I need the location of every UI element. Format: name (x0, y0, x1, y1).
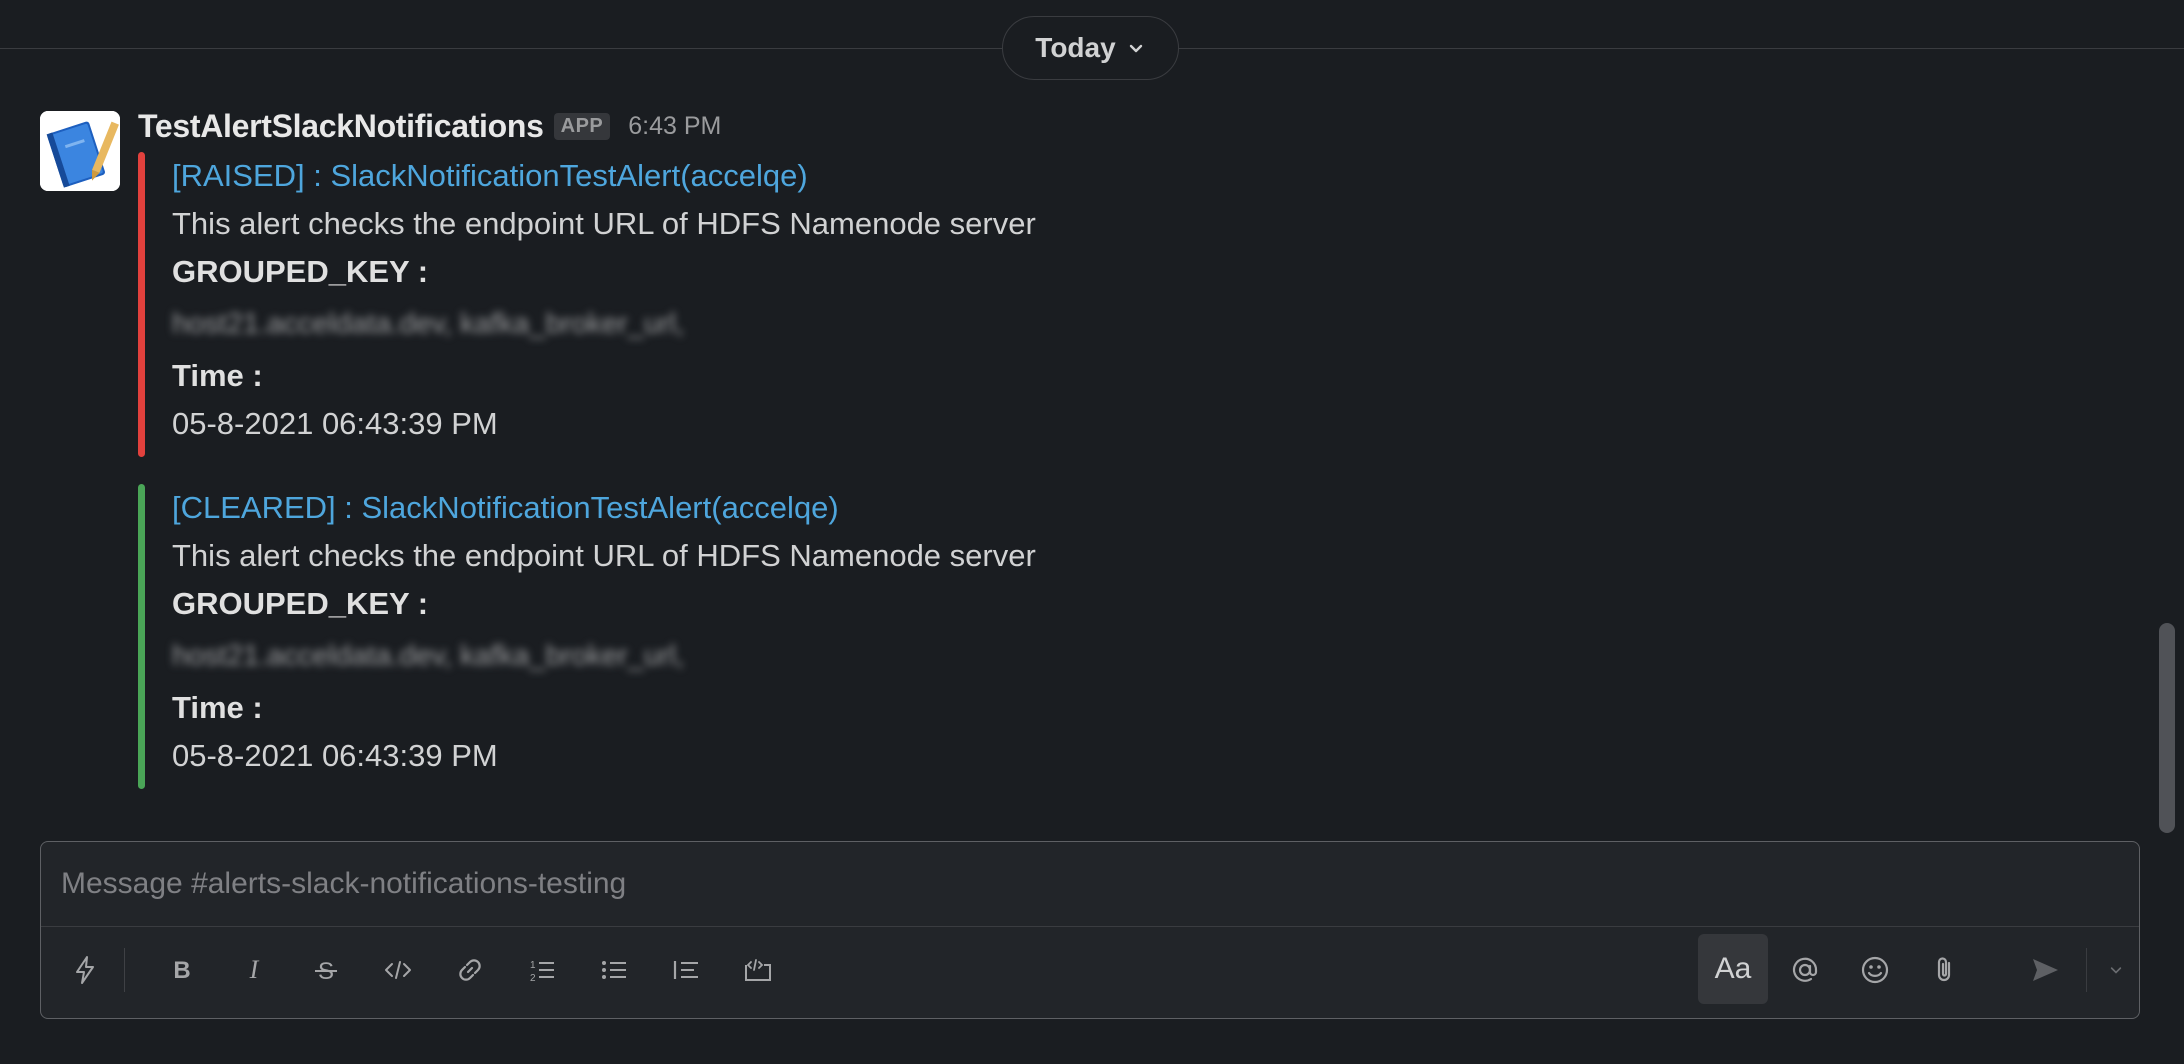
time-value: 05-8-2021 06:43:39 PM (172, 738, 498, 773)
message-composer: B I S 12 Aa (40, 841, 2140, 1019)
grouped-key-value: host21.acceldata.dev, kafka_broker_url, (172, 640, 685, 672)
app-badge: APP (553, 112, 611, 140)
alert-description: This alert checks the endpoint URL of HD… (172, 206, 1036, 241)
code-block-icon[interactable] (728, 934, 788, 1006)
alert-description: This alert checks the endpoint URL of HD… (172, 538, 1036, 573)
mention-icon[interactable] (1775, 934, 1835, 1006)
composer-toolbar: B I S 12 Aa (41, 934, 2139, 1006)
italic-icon[interactable]: I (224, 934, 284, 1006)
send-separator (2086, 948, 2087, 992)
alert-attachment-raised: [RAISED] : SlackNotificationTestAlert(ac… (138, 152, 1238, 457)
formatting-toggle-button[interactable]: Aa (1698, 934, 1768, 1004)
avatar[interactable] (40, 111, 120, 191)
alert-title-link[interactable]: [CLEARED] : SlackNotificationTestAlert(a… (172, 484, 1238, 532)
grouped-key-label: GROUPED_KEY : (172, 254, 429, 289)
schedule-chevron-icon[interactable] (2096, 934, 2136, 1006)
day-divider-button[interactable]: Today (1002, 16, 1179, 80)
grouped-key-value: host21.acceldata.dev, kafka_broker_url, (172, 308, 685, 340)
shortcuts-icon[interactable] (55, 934, 115, 1006)
message-input[interactable] (41, 842, 2139, 926)
ordered-list-icon[interactable]: 12 (512, 934, 572, 1006)
grouped-key-label: GROUPED_KEY : (172, 586, 429, 621)
status-bar-raised (138, 152, 145, 457)
alert-title-link[interactable]: [RAISED] : SlackNotificationTestAlert(ac… (172, 152, 1238, 200)
notebook-icon (40, 111, 120, 191)
toolbar-separator (124, 948, 125, 992)
composer-divider (41, 926, 2139, 927)
svg-text:B: B (173, 957, 190, 984)
time-label: Time : (172, 690, 263, 725)
svg-text:2: 2 (530, 973, 536, 984)
strikethrough-icon[interactable]: S (296, 934, 356, 1006)
time-label: Time : (172, 358, 263, 393)
bulleted-list-icon[interactable] (584, 934, 644, 1006)
scrollbar-thumb[interactable] (2159, 623, 2175, 833)
link-icon[interactable] (440, 934, 500, 1006)
time-value: 05-8-2021 06:43:39 PM (172, 406, 498, 441)
attach-icon[interactable] (1915, 934, 1975, 1006)
message-timestamp[interactable]: 6:43 PM (628, 112, 721, 141)
emoji-icon[interactable] (1845, 934, 1905, 1006)
bold-icon[interactable]: B (152, 934, 212, 1006)
status-bar-cleared (138, 484, 145, 789)
svg-text:1: 1 (530, 960, 536, 971)
svg-text:I: I (249, 955, 260, 984)
code-icon[interactable] (368, 934, 428, 1006)
message-header: TestAlertSlackNotifications APP 6:43 PM (138, 104, 721, 148)
day-divider-label: Today (1035, 32, 1116, 63)
alert-attachment-cleared: [CLEARED] : SlackNotificationTestAlert(a… (138, 484, 1238, 789)
send-icon[interactable] (2015, 934, 2075, 1006)
blockquote-icon[interactable] (656, 934, 716, 1006)
sender-name[interactable]: TestAlertSlackNotifications (138, 108, 544, 145)
chevron-down-icon (1129, 44, 1142, 53)
